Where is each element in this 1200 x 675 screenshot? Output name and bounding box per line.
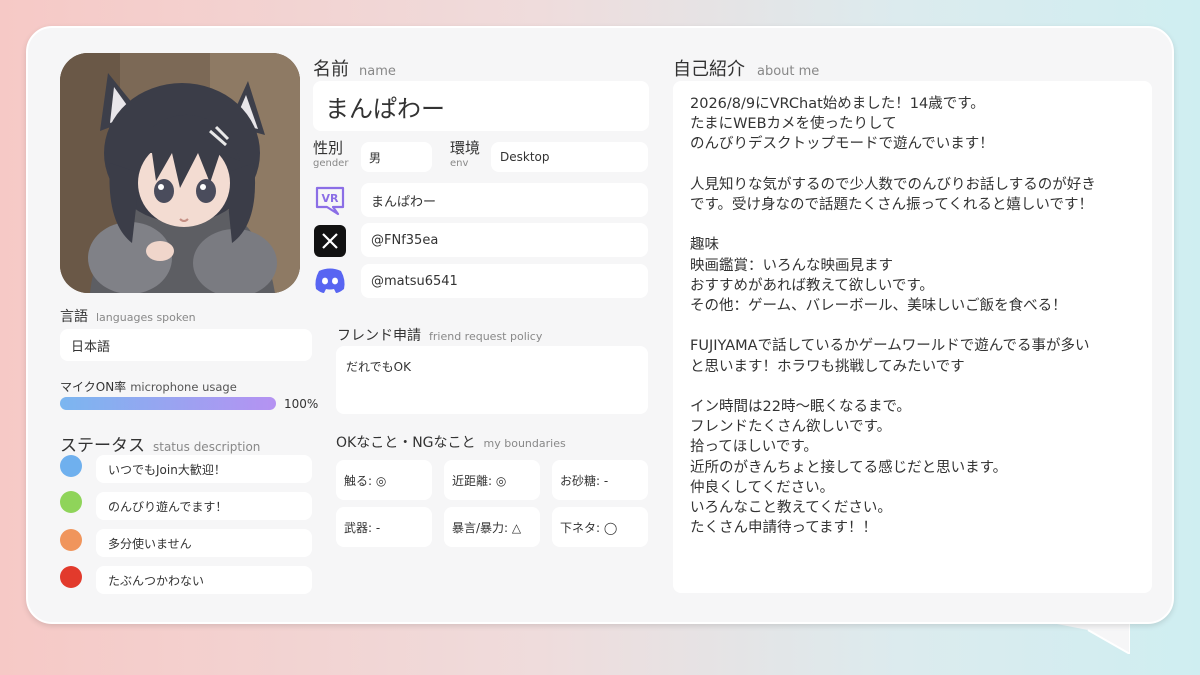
about-heading: 自己紹介 about me <box>673 55 819 81</box>
about-text: 2026/8/9にVRChat始めました！14歳です。 たまにWEBカメを使った… <box>690 96 1096 537</box>
friend-request-field: だれでもOK <box>336 346 648 414</box>
mic-heading: マイクON率 microphone usage <box>60 376 237 395</box>
boundaries-heading: OKなこと・NGなこと my boundaries <box>336 432 566 452</box>
status-item-1: いつでもJoin大歓迎！ <box>96 455 312 483</box>
status-dot-green <box>60 491 82 513</box>
name-label-en: name <box>359 64 396 79</box>
status-item-4: たぶんつかわない <box>96 566 312 594</box>
status-dot-orange <box>60 529 82 551</box>
gender-label: 性別 <box>313 139 344 157</box>
status-item-2-text: のんびり遊んでます！ <box>108 499 228 514</box>
discord-value: @matsu6541 <box>371 273 458 289</box>
boundary-dirty-jokes-text: 下ネタ: ◯ <box>560 520 618 535</box>
status-heading: ステータス status description <box>60 431 260 456</box>
env-label: 環境 <box>450 139 481 157</box>
name-label: 名前 <box>313 59 349 80</box>
x-icon <box>314 225 346 257</box>
boundary-touch: 触る: ◎ <box>336 460 432 500</box>
languages-label-en: languages spoken <box>96 311 196 324</box>
mic-usage-fill <box>60 397 276 410</box>
languages-label: 言語 <box>60 309 88 325</box>
friend-request-label: フレンド申請 <box>337 328 421 344</box>
status-item-3: 多分使いません <box>96 529 312 557</box>
boundary-weapons-text: 武器: - <box>344 520 381 535</box>
boundary-weapons: 武器: - <box>336 507 432 547</box>
boundary-violence-text: 暴言/暴力: △ <box>452 520 522 535</box>
status-label-en: status description <box>153 440 261 454</box>
gender-label-en: gender <box>313 158 349 169</box>
friend-request-value: だれでもOK <box>346 360 411 374</box>
x-value: @FNf35ea <box>371 232 439 248</box>
gender-field: 男 <box>361 142 432 172</box>
discord-icon <box>313 266 347 294</box>
name-field: まんぱわー <box>313 81 649 131</box>
boundaries-label-en: my boundaries <box>483 437 566 450</box>
about-label: 自己紹介 <box>673 59 745 80</box>
env-heading: 環境 env <box>450 141 480 169</box>
svg-text:VR: VR <box>322 192 340 205</box>
avatar-illustration <box>60 53 300 293</box>
env-field: Desktop <box>491 142 648 172</box>
mic-percent: 100% <box>284 397 319 411</box>
boundary-dirty-jokes: 下ネタ: ◯ <box>552 507 648 547</box>
name-heading: 名前 name <box>313 55 396 81</box>
languages-value: 日本語 <box>71 339 111 355</box>
mic-label-en: microphone usage <box>130 380 237 394</box>
vrchat-field: まんぱわー <box>361 183 648 217</box>
friend-request-label-en: friend request policy <box>429 330 543 343</box>
discord-field: @matsu6541 <box>361 264 648 298</box>
status-item-3-text: 多分使いません <box>108 536 192 551</box>
boundary-sugar-text: お砂糖: - <box>560 473 609 488</box>
about-field: 2026/8/9にVRChat始めました！14歳です。 たまにWEBカメを使った… <box>673 81 1152 593</box>
boundary-touch-text: 触る: ◎ <box>344 473 387 488</box>
boundaries-label: OKなこと・NGなこと <box>336 435 476 451</box>
name-value: まんぱわー <box>325 94 445 123</box>
status-item-2: のんびり遊んでます！ <box>96 492 312 520</box>
avatar <box>60 53 300 293</box>
boundary-distance-text: 近距離: ◎ <box>452 473 507 488</box>
status-label: ステータス <box>60 436 145 456</box>
languages-field: 日本語 <box>60 329 312 361</box>
status-dot-red <box>60 566 82 588</box>
boundary-distance: 近距離: ◎ <box>444 460 540 500</box>
gender-value: 男 <box>369 150 382 165</box>
env-value: Desktop <box>500 150 550 164</box>
status-item-1-text: いつでもJoin大歓迎！ <box>108 462 226 477</box>
mic-label: マイクON率 <box>60 380 127 394</box>
mic-usage-bar <box>60 397 276 410</box>
env-label-en: env <box>450 158 469 169</box>
boundary-sugar: お砂糖: - <box>552 460 648 500</box>
languages-heading: 言語 languages spoken <box>60 306 196 326</box>
x-field: @FNf35ea <box>361 223 648 257</box>
status-dot-blue <box>60 455 82 477</box>
vrchat-value: まんぱわー <box>371 194 437 210</box>
vrchat-icon: VR <box>313 183 347 217</box>
about-label-en: about me <box>757 64 820 79</box>
friend-request-heading: フレンド申請 friend request policy <box>337 325 542 345</box>
gender-heading: 性別 gender <box>313 141 348 169</box>
status-item-4-text: たぶんつかわない <box>108 573 205 588</box>
boundary-violence: 暴言/暴力: △ <box>444 507 540 547</box>
